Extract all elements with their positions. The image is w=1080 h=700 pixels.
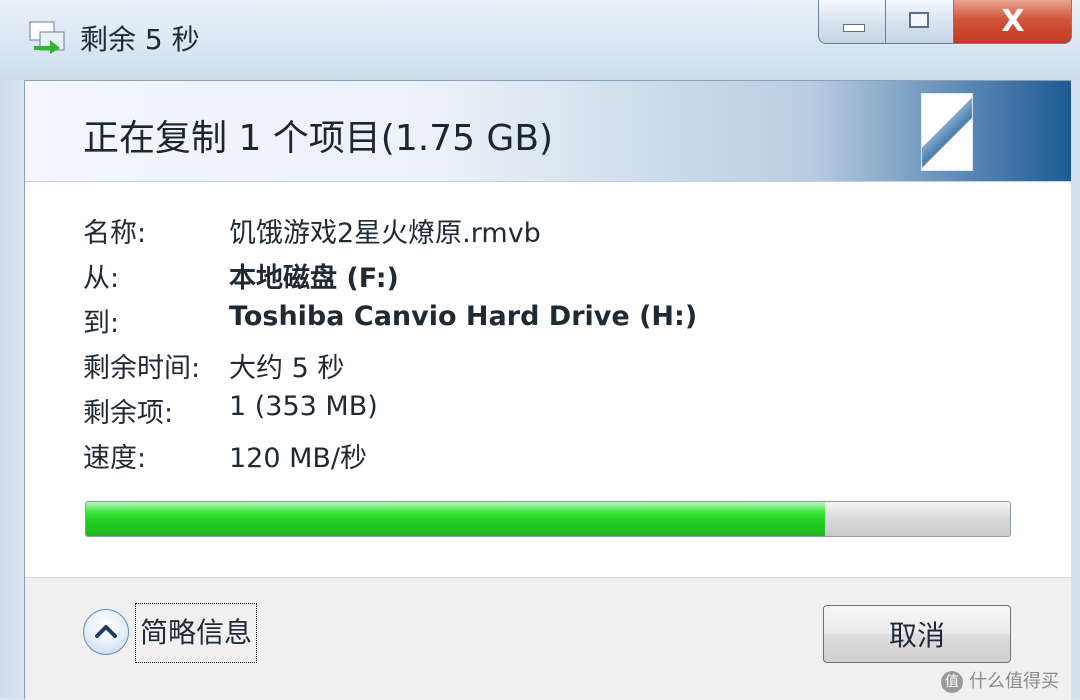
- progress-fill: [86, 502, 826, 536]
- window-frame-right: [1070, 80, 1080, 698]
- detail-label: 剩余项:: [83, 398, 174, 429]
- watermark: 值什么值得买: [941, 667, 1059, 693]
- watermark-text: 什么值得买: [969, 671, 1059, 692]
- copy-status-title: 正在复制 1 个项目(1.75 GB): [83, 118, 554, 159]
- minimize-icon: [843, 24, 865, 32]
- detail-value: 饥饿游戏2星火燎原.rmvb: [229, 218, 541, 249]
- collapse-details-button[interactable]: [83, 609, 129, 655]
- maximize-icon: [909, 12, 929, 28]
- detail-row: 剩余项: 1 (353 MB): [83, 391, 1043, 436]
- close-button[interactable]: X: [954, 0, 1072, 44]
- document-graphic-icon: [921, 93, 973, 171]
- detail-row: 剩余时间: 大约 5 秒: [83, 346, 1043, 391]
- detail-label: 速度:: [83, 443, 147, 474]
- chevron-up-icon: [95, 625, 117, 638]
- window-controls: X: [818, 0, 1072, 46]
- detail-row: 名称: 饥饿游戏2星火燎原.rmvb: [83, 211, 1043, 256]
- maximize-button[interactable]: [886, 0, 954, 44]
- less-details-link[interactable]: 简略信息: [135, 603, 258, 663]
- detail-label: 剩余时间:: [83, 353, 201, 384]
- file-copy-icon: [29, 21, 65, 54]
- detail-value: 120 MB/秒: [229, 443, 368, 474]
- details-list: 名称: 饥饿游戏2星火燎原.rmvb 从: 本地磁盘 (F:) 到: Toshiba Ca…: [83, 211, 1043, 481]
- window-title: 剩余 5 秒: [80, 23, 200, 56]
- close-icon: X: [1001, 4, 1025, 39]
- detail-value: 本地磁盘 (F:): [229, 263, 399, 294]
- detail-value: Toshiba Canvio Hard Drive (H:): [229, 301, 698, 332]
- detail-label: 到:: [83, 308, 120, 339]
- copy-dialog: 正在复制 1 个项目(1.75 GB) 名称: 饥饿游戏2星火燎原.rmvb 从: 本…: [24, 80, 1071, 700]
- detail-row: 从: 本地磁盘 (F:): [83, 256, 1043, 301]
- title-bar: 剩余 5 秒 X: [0, 0, 1080, 80]
- header-banner: 正在复制 1 个项目(1.75 GB): [25, 81, 1071, 182]
- window-frame-left: [0, 80, 24, 698]
- detail-value: 大约 5 秒: [229, 353, 345, 384]
- minimize-button[interactable]: [818, 0, 886, 44]
- progress-bar: [85, 501, 1011, 537]
- detail-label: 从:: [83, 263, 120, 294]
- detail-value: 1 (353 MB): [229, 391, 378, 422]
- detail-label: 名称:: [83, 218, 147, 249]
- watermark-badge: 值: [941, 671, 963, 693]
- detail-row: 到: Toshiba Canvio Hard Drive (H:): [83, 301, 1043, 346]
- detail-row: 速度: 120 MB/秒: [83, 436, 1043, 481]
- cancel-button[interactable]: 取消: [823, 605, 1011, 663]
